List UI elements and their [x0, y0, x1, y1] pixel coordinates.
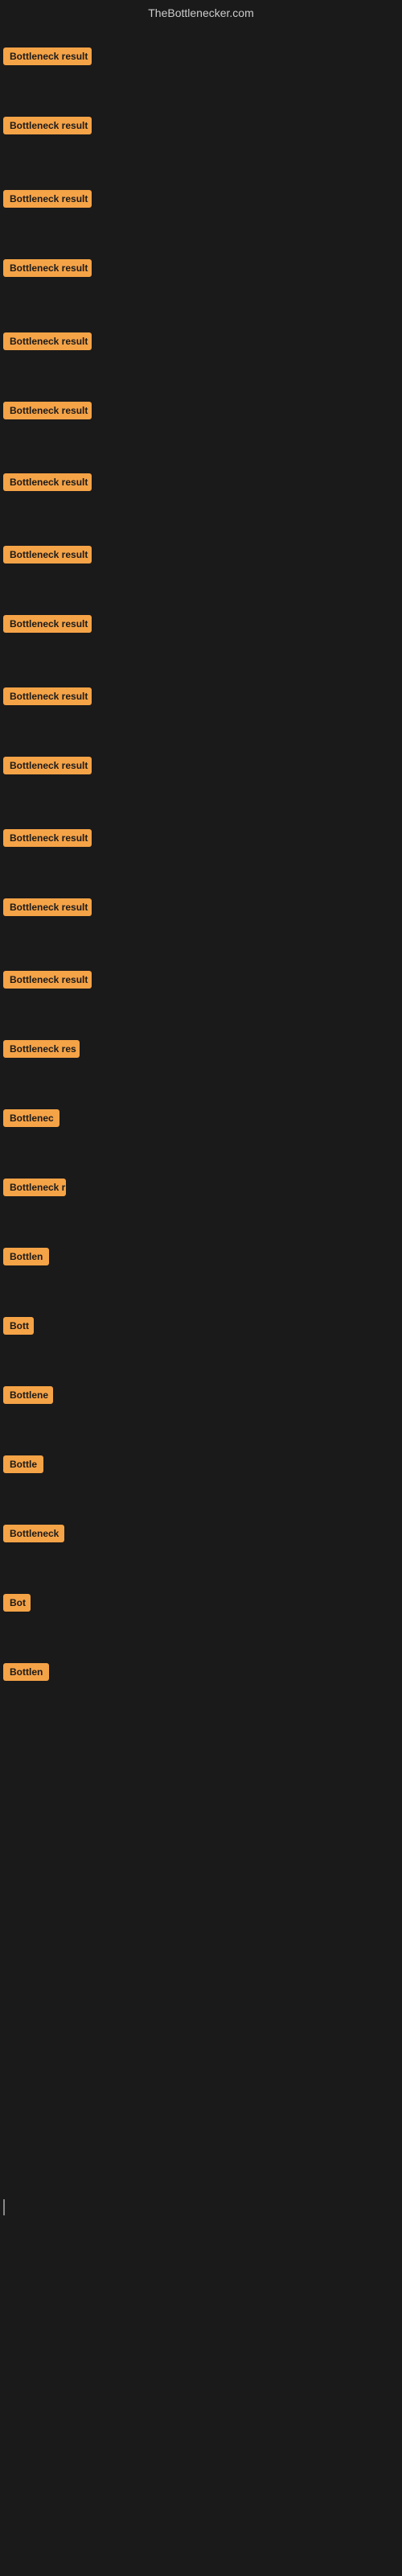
bottleneck-item-8[interactable]: Bottleneck result — [3, 546, 92, 568]
bottleneck-item-4[interactable]: Bottleneck result — [3, 259, 92, 281]
bottleneck-item-14[interactable]: Bottleneck result — [3, 971, 92, 993]
bottleneck-item-10[interactable]: Bottleneck result — [3, 687, 92, 709]
bottleneck-item-16[interactable]: Bottlenec — [3, 1109, 59, 1131]
bottleneck-item-20[interactable]: Bottlene — [3, 1386, 53, 1408]
bottleneck-badge-1[interactable]: Bottleneck result — [3, 47, 92, 65]
cursor-line — [3, 2199, 5, 2215]
bottleneck-item-6[interactable]: Bottleneck result — [3, 402, 92, 423]
bottleneck-item-1[interactable]: Bottleneck result — [3, 47, 92, 69]
bottleneck-item-9[interactable]: Bottleneck result — [3, 615, 92, 637]
bottleneck-badge-4[interactable]: Bottleneck result — [3, 259, 92, 277]
bottleneck-badge-9[interactable]: Bottleneck result — [3, 615, 92, 633]
bottleneck-item-2[interactable]: Bottleneck result — [3, 117, 92, 138]
bottleneck-badge-19[interactable]: Bott — [3, 1317, 34, 1335]
bottleneck-badge-22[interactable]: Bottleneck — [3, 1525, 64, 1542]
bottleneck-item-5[interactable]: Bottleneck result — [3, 332, 92, 354]
bottleneck-badge-8[interactable]: Bottleneck result — [3, 546, 92, 564]
bottleneck-badge-24[interactable]: Bottlen — [3, 1663, 49, 1681]
bottleneck-item-17[interactable]: Bottleneck r — [3, 1179, 66, 1200]
bottleneck-badge-21[interactable]: Bottle — [3, 1455, 43, 1473]
bottleneck-badge-12[interactable]: Bottleneck result — [3, 829, 92, 847]
bottleneck-item-21[interactable]: Bottle — [3, 1455, 43, 1477]
bottleneck-item-13[interactable]: Bottleneck result — [3, 898, 92, 920]
bottleneck-badge-11[interactable]: Bottleneck result — [3, 757, 92, 774]
bottleneck-badge-5[interactable]: Bottleneck result — [3, 332, 92, 350]
bottleneck-badge-13[interactable]: Bottleneck result — [3, 898, 92, 916]
bottleneck-badge-3[interactable]: Bottleneck result — [3, 190, 92, 208]
bottleneck-badge-18[interactable]: Bottlen — [3, 1248, 49, 1265]
bottleneck-item-12[interactable]: Bottleneck result — [3, 829, 92, 851]
bottleneck-badge-20[interactable]: Bottlene — [3, 1386, 53, 1404]
bottleneck-badge-2[interactable]: Bottleneck result — [3, 117, 92, 134]
bottleneck-item-24[interactable]: Bottlen — [3, 1663, 49, 1685]
bottleneck-item-23[interactable]: Bot — [3, 1594, 31, 1616]
bottleneck-item-15[interactable]: Bottleneck res — [3, 1040, 80, 1062]
bottleneck-badge-7[interactable]: Bottleneck result — [3, 473, 92, 491]
bottleneck-item-19[interactable]: Bott — [3, 1317, 34, 1339]
site-title: TheBottlenecker.com — [0, 0, 402, 26]
bottleneck-item-11[interactable]: Bottleneck result — [3, 757, 92, 778]
bottleneck-badge-16[interactable]: Bottlenec — [3, 1109, 59, 1127]
bottleneck-badge-6[interactable]: Bottleneck result — [3, 402, 92, 419]
bottleneck-item-22[interactable]: Bottleneck — [3, 1525, 64, 1546]
bottleneck-badge-10[interactable]: Bottleneck result — [3, 687, 92, 705]
bottleneck-item-7[interactable]: Bottleneck result — [3, 473, 92, 495]
bottleneck-badge-17[interactable]: Bottleneck r — [3, 1179, 66, 1196]
bottleneck-item-3[interactable]: Bottleneck result — [3, 190, 92, 212]
bottleneck-item-18[interactable]: Bottlen — [3, 1248, 49, 1269]
bottleneck-badge-14[interactable]: Bottleneck result — [3, 971, 92, 989]
bottleneck-badge-15[interactable]: Bottleneck res — [3, 1040, 80, 1058]
bottleneck-badge-23[interactable]: Bot — [3, 1594, 31, 1612]
